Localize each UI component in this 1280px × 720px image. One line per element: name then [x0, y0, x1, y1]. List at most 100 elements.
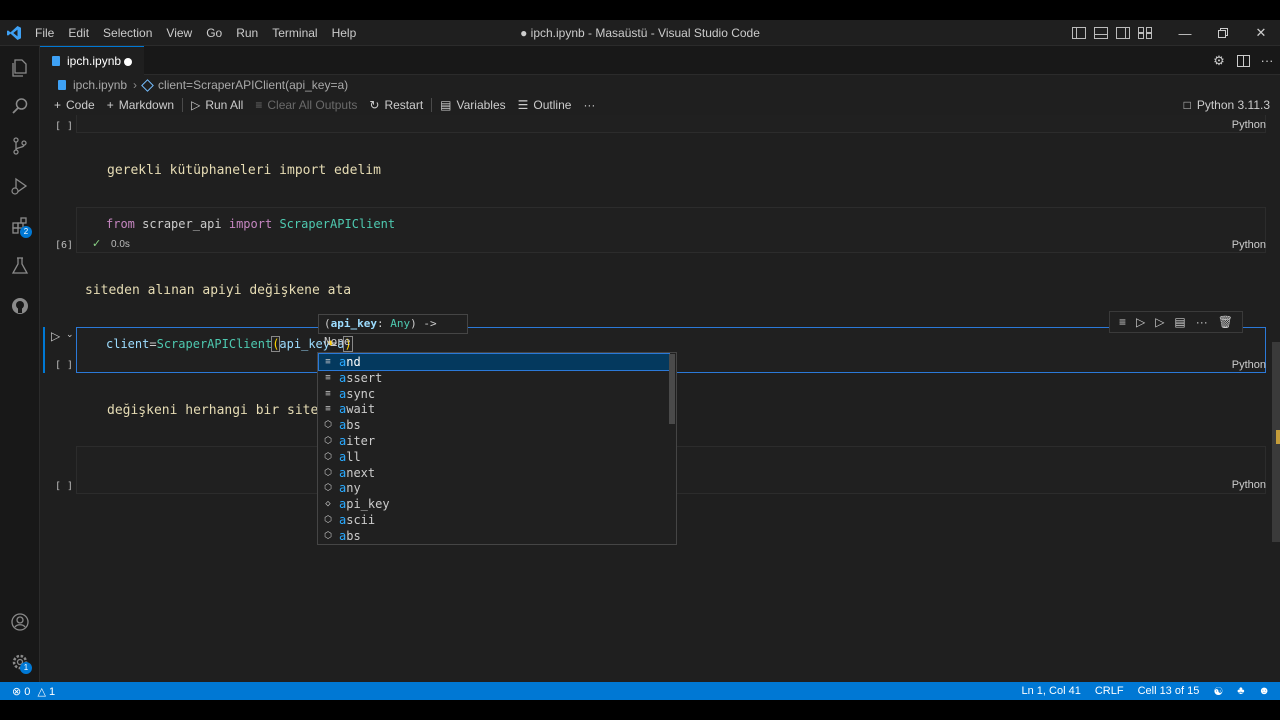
- toggle-panel-icon[interactable]: [1090, 20, 1112, 46]
- menu-go[interactable]: Go: [199, 20, 229, 46]
- function-icon: ⬡: [324, 530, 332, 541]
- menu-help[interactable]: Help: [325, 20, 364, 46]
- suggestion-item[interactable]: ◇ api_key: [319, 496, 669, 512]
- menu-terminal[interactable]: Terminal: [265, 20, 324, 46]
- function-icon: ⬡: [324, 483, 332, 494]
- unsaved-dot-icon[interactable]: [124, 58, 132, 66]
- search-icon[interactable]: [0, 86, 40, 126]
- kernel-picker[interactable]: □ Python 3.11.3: [1184, 95, 1270, 115]
- variable-icon: ◇: [325, 499, 331, 510]
- cell-position[interactable]: Cell 13 of 15: [1138, 685, 1200, 697]
- suggestion-item[interactable]: ⬡ all: [319, 449, 669, 465]
- suggestion-item[interactable]: ⬡ abs: [319, 528, 669, 544]
- code-cell[interactable]: [76, 115, 1266, 133]
- delete-cell-icon[interactable]: 🗑: [1218, 315, 1233, 329]
- suggest-widget: ≡ and ≡ assert ≡ async ≡ await ⬡ abs ⬡ aiter ⬡ all ⬡ an…: [317, 352, 677, 545]
- markdown-cell-text[interactable]: gerekli kütüphaneleri import edelim: [107, 163, 381, 178]
- execute-below-icon[interactable]: ▷: [1155, 315, 1164, 329]
- minimize-icon[interactable]: —: [1166, 20, 1204, 46]
- suggestion-item[interactable]: ≡ await: [319, 401, 669, 417]
- restart-button[interactable]: ↻ Restart: [363, 95, 429, 115]
- code-line[interactable]: client=ScraperAPIClient(api_key=a): [106, 336, 353, 352]
- extensions-icon[interactable]: 2: [0, 206, 40, 246]
- customize-layout-icon[interactable]: [1134, 20, 1156, 46]
- cell-language[interactable]: Python: [1232, 359, 1266, 371]
- run-by-line-icon[interactable]: ≡: [1119, 315, 1126, 329]
- kernel-icon: □: [1183, 98, 1191, 112]
- suggestion-item[interactable]: ⬡ aiter: [319, 433, 669, 449]
- cursor-position[interactable]: Ln 1, Col 41: [1022, 685, 1081, 697]
- more-actions-icon[interactable]: ···: [1256, 50, 1278, 72]
- suggestion-label: abs: [339, 528, 361, 543]
- clear-all-icon: ≡: [255, 98, 263, 112]
- suggestion-label: anext: [339, 465, 376, 480]
- manage-gear-icon[interactable]: 1: [0, 642, 40, 682]
- check-icon: ✓: [92, 238, 102, 250]
- cell-language[interactable]: Python: [1232, 119, 1266, 131]
- add-code-cell-button[interactable]: + Code: [48, 95, 101, 115]
- variables-button[interactable]: ▤ Variables: [434, 95, 511, 115]
- toolbar-divider: [431, 98, 433, 112]
- menu-view[interactable]: View: [159, 20, 199, 46]
- split-editor-icon[interactable]: [1232, 50, 1254, 72]
- tab-ipch-ipynb[interactable]: ipch.ipynb: [40, 46, 144, 75]
- account-icon[interactable]: [0, 602, 40, 642]
- split-cell-icon[interactable]: ▤: [1174, 315, 1185, 329]
- testing-icon[interactable]: [0, 246, 40, 286]
- clear-all-outputs-button[interactable]: ≡ Clear All Outputs: [249, 95, 363, 115]
- suggestion-label: and: [339, 355, 361, 369]
- function-icon: ⬡: [324, 436, 332, 446]
- markdown-cell-text[interactable]: siteden alınan apiyi değişkene ata: [85, 283, 351, 298]
- menu-edit[interactable]: Edit: [61, 20, 96, 46]
- problems-status[interactable]: ⊗ 0 △ 1: [12, 685, 55, 698]
- suggestion-item[interactable]: ⬡ abs: [319, 417, 669, 433]
- suggestion-label: aiter: [339, 434, 376, 448]
- suggest-scrollbar[interactable]: [669, 354, 675, 424]
- menu-selection[interactable]: Selection: [96, 20, 159, 46]
- markdown-cell-text[interactable]: değişkeni herhangi bir sitey: [107, 403, 326, 418]
- chevron-down-icon[interactable]: ⌄: [66, 329, 74, 340]
- toggle-secondary-sidebar-icon[interactable]: [1112, 20, 1134, 46]
- toggle-primary-sidebar-icon[interactable]: [1068, 20, 1090, 46]
- notebook-toolbar: + Code + Markdown ▷ Run All ≡ Clear All Outp…: [40, 95, 1280, 115]
- suggestion-item[interactable]: ≡ async: [319, 386, 669, 402]
- more-toolbar-button[interactable]: ···: [577, 95, 601, 115]
- suggestion-item[interactable]: ≡ and: [318, 353, 670, 371]
- cell-language[interactable]: Python: [1232, 239, 1266, 251]
- explorer-icon[interactable]: [0, 48, 40, 88]
- warning-icon: △: [37, 685, 46, 698]
- close-icon[interactable]: ✕: [1242, 20, 1280, 46]
- feedback-icon[interactable]: ☻: [1258, 685, 1270, 697]
- tab-bar: ipch.ipynb ⚙ ···: [40, 46, 1280, 75]
- outline-button[interactable]: ☰ Outline: [512, 95, 578, 115]
- source-control-icon[interactable]: [0, 126, 40, 166]
- menu-file[interactable]: File: [28, 20, 61, 46]
- gear-icon[interactable]: ⚙: [1208, 50, 1230, 72]
- bell-icon[interactable]: ♣: [1237, 685, 1244, 697]
- suggestion-label: all: [339, 449, 361, 464]
- suggestion-item[interactable]: ≡ assert: [319, 370, 669, 386]
- cell-language[interactable]: Python: [1232, 479, 1266, 491]
- keyword-icon: ≡: [325, 372, 331, 383]
- code-line[interactable]: from scraper_api import ScraperAPIClient: [106, 217, 395, 231]
- suggestion-item[interactable]: ⬡ ascii: [319, 512, 669, 528]
- breadcrumb-file[interactable]: ipch.ipynb: [73, 78, 127, 92]
- suggestion-item[interactable]: ⬡ any: [319, 480, 669, 496]
- restore-icon[interactable]: [1204, 20, 1242, 46]
- run-debug-icon[interactable]: [0, 166, 40, 206]
- more-cell-actions-icon[interactable]: ···: [1196, 315, 1208, 329]
- restart-icon: ↻: [369, 98, 380, 112]
- symbol-icon: [141, 78, 154, 92]
- execute-above-icon[interactable]: ▷: [1136, 315, 1145, 329]
- run-all-button[interactable]: ▷ Run All: [185, 95, 249, 115]
- suggestion-item[interactable]: ⬡ anext: [319, 465, 669, 481]
- run-cell-icon[interactable]: ▷: [51, 329, 60, 343]
- function-icon: ⬡: [324, 467, 332, 478]
- breadcrumb-symbol[interactable]: client=ScraperAPIClient(api_key=a): [158, 78, 348, 92]
- end-of-line[interactable]: CRLF: [1095, 685, 1124, 697]
- menu-run[interactable]: Run: [229, 20, 265, 46]
- copilot-icon[interactable]: ☯: [1213, 685, 1223, 698]
- add-markdown-cell-button[interactable]: + Markdown: [101, 95, 180, 115]
- github-icon[interactable]: [0, 286, 40, 326]
- scrollbar-marker: [1276, 430, 1280, 444]
